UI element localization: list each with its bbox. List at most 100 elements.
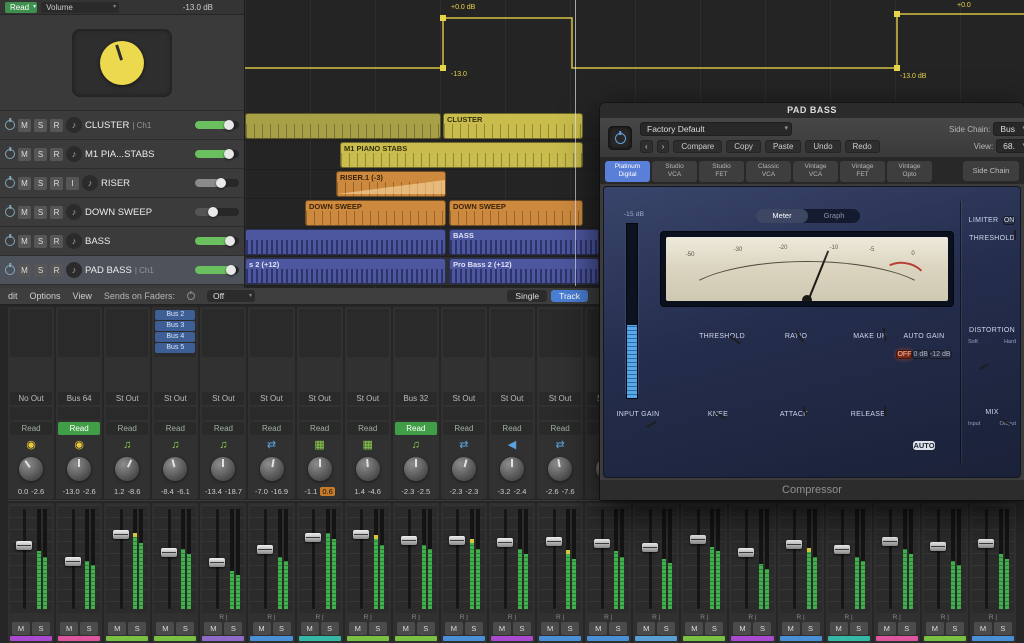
fader-cap[interactable] [257, 545, 273, 554]
group-slot[interactable] [347, 407, 389, 420]
fader-cap[interactable] [834, 545, 850, 554]
fader-track[interactable] [106, 505, 148, 613]
group-slot[interactable] [250, 407, 292, 420]
fader-track[interactable] [924, 505, 966, 613]
fader-cap[interactable] [161, 548, 177, 557]
fader-cap[interactable] [930, 542, 946, 551]
solo-button[interactable]: S [802, 622, 820, 635]
fader-cap[interactable] [497, 538, 513, 547]
automation-read-button[interactable]: Read [202, 422, 244, 435]
audio-region[interactable]: BASS [449, 229, 599, 255]
sends-slots[interactable] [395, 309, 437, 357]
record-button[interactable]: R [50, 177, 63, 190]
track-power-icon[interactable] [5, 207, 15, 217]
redo-button[interactable]: Redo [845, 140, 880, 153]
group-slot[interactable] [202, 407, 244, 420]
output-button[interactable]: St Out [154, 392, 196, 405]
fader-track[interactable] [876, 505, 918, 613]
mute-button[interactable]: M [637, 622, 655, 635]
pan-knob[interactable] [404, 457, 428, 481]
track-header-row[interactable]: M S R ♪ PAD BASS | Ch1 [0, 256, 244, 285]
automation-lane[interactable]: +0.0 dB -13.0 +0.0 -13.0 dB [245, 0, 1024, 110]
mute-button[interactable]: M [156, 622, 174, 635]
send-slot[interactable]: Bus 5 [155, 343, 195, 353]
output-button[interactable]: St Out [491, 392, 533, 405]
track-power-icon[interactable] [5, 149, 15, 159]
slider-thumb[interactable] [225, 236, 235, 246]
solo-button[interactable]: S [369, 622, 387, 635]
record-button[interactable]: R [50, 206, 63, 219]
solo-button[interactable]: S [128, 622, 146, 635]
mute-button[interactable]: M [18, 177, 31, 190]
track-name[interactable]: BASS [85, 236, 110, 247]
pan-knob[interactable] [19, 457, 43, 481]
fader-track[interactable] [972, 505, 1014, 613]
solo-button[interactable]: S [34, 206, 47, 219]
single-view-button[interactable]: Single [507, 290, 547, 302]
view-zoom-dropdown[interactable]: 68. [996, 139, 1024, 153]
group-slot[interactable] [154, 407, 196, 420]
side-chain-dropdown[interactable]: Bus [993, 122, 1024, 136]
record-button[interactable]: R [50, 148, 63, 161]
pan-knob[interactable] [260, 457, 284, 481]
fader-cap[interactable] [690, 535, 706, 544]
playhead[interactable] [575, 0, 576, 286]
solo-button[interactable]: S [34, 264, 47, 277]
fader-track[interactable] [683, 505, 725, 613]
track-header-row[interactable]: M S R ♪ M1 PIA...STABS [0, 140, 244, 169]
mute-button[interactable]: M [733, 622, 751, 635]
fader-track[interactable] [731, 505, 773, 613]
mute-button[interactable]: M [397, 622, 415, 635]
fader-track[interactable] [443, 505, 485, 613]
fader-track[interactable] [202, 505, 244, 613]
solo-button[interactable]: S [994, 622, 1012, 635]
track-power-icon[interactable] [5, 120, 15, 130]
pan-knob[interactable] [308, 457, 332, 481]
slider-thumb[interactable] [226, 265, 236, 275]
plugin-window[interactable]: PAD BASS Factory Default Side Chain: Bus… [600, 103, 1024, 500]
auto-release-button[interactable]: AUTO [913, 441, 934, 450]
automation-read-button[interactable]: Read [10, 422, 52, 435]
solo-button[interactable]: S [32, 622, 50, 635]
send-slot[interactable]: Bus 4 [155, 332, 195, 342]
fader-track[interactable] [491, 505, 533, 613]
track-header-row[interactable]: M S R ♪ DOWN SWEEP [0, 198, 244, 227]
output-button[interactable]: St Out [539, 392, 581, 405]
output-button[interactable]: St Out [202, 392, 244, 405]
fader-cap[interactable] [353, 530, 369, 539]
fader-track[interactable] [347, 505, 389, 613]
slider-thumb[interactable] [216, 178, 226, 188]
copy-button[interactable]: Copy [726, 140, 761, 153]
plugin-window-title[interactable]: PAD BASS [600, 103, 1024, 118]
fader-cap[interactable] [401, 536, 417, 545]
mute-button[interactable]: M [974, 622, 992, 635]
plugin-bypass-button[interactable] [608, 126, 632, 150]
audio-region[interactable]: Pro Bass 2 (+12) [449, 258, 599, 284]
mute-button[interactable]: M [18, 264, 31, 277]
mute-button[interactable]: M [204, 622, 222, 635]
group-slot[interactable] [395, 407, 437, 420]
fader-cap[interactable] [642, 543, 658, 552]
output-button[interactable]: Bus 64 [58, 392, 100, 405]
fader-cap[interactable] [882, 537, 898, 546]
mute-button[interactable]: M [878, 622, 896, 635]
solo-button[interactable]: S [513, 622, 531, 635]
output-button[interactable]: Bus 32 [395, 392, 437, 405]
pan-knob[interactable] [356, 457, 380, 481]
output-button[interactable]: St Out [299, 392, 341, 405]
automation-read-button[interactable]: Read [250, 422, 292, 435]
solo-button[interactable]: S [34, 177, 47, 190]
paste-button[interactable]: Paste [765, 140, 801, 153]
group-slot[interactable] [106, 407, 148, 420]
limiter-on-button[interactable]: ON [1003, 216, 1016, 225]
fader-track[interactable] [154, 505, 196, 613]
automation-read-button[interactable]: Read [299, 422, 341, 435]
circuit-type-tab[interactable]: Classic VCA [746, 161, 791, 182]
audio-region[interactable]: s 2 (+12) [245, 258, 446, 284]
solo-button[interactable]: S [273, 622, 291, 635]
group-slot[interactable] [299, 407, 341, 420]
group-slot[interactable] [539, 407, 581, 420]
solo-button[interactable]: S [753, 622, 771, 635]
mute-button[interactable]: M [782, 622, 800, 635]
fader-cap[interactable] [449, 536, 465, 545]
